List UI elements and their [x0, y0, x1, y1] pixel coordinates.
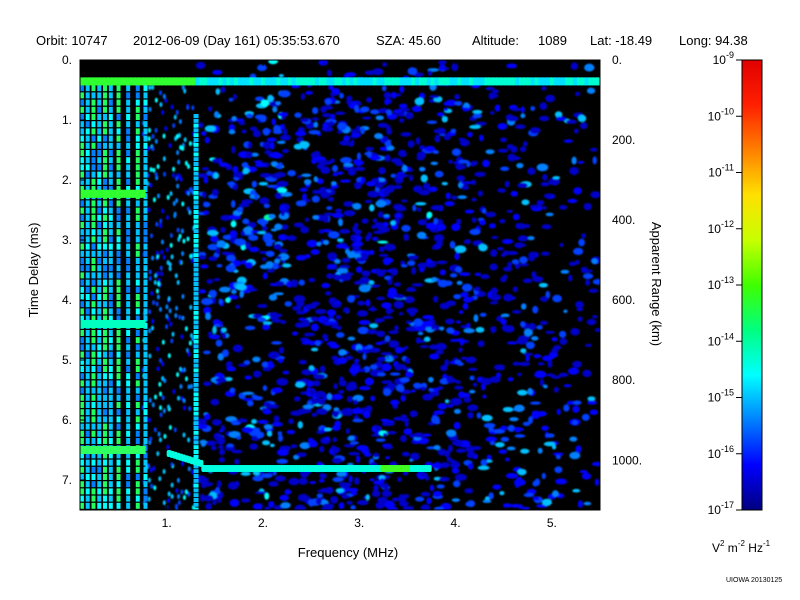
- colorbar-axis: 10-9 10-10 10-11 10-12 10-13 10-14 10-15 10-16 1…: [708, 50, 742, 517]
- ionogram-chart: Orbit: 10747 2012-06-09 (Day 161) 05:35:…: [26, 33, 782, 584]
- x-tick-label: 2.: [258, 516, 268, 530]
- colorbar-tick-label: 10-12: [708, 219, 734, 236]
- y-tick-label: 6.: [62, 413, 72, 427]
- header-orbit: Orbit: 10747: [36, 33, 108, 48]
- y2-tick-label: 0.: [612, 53, 622, 67]
- y-tick-label: 3.: [62, 233, 72, 247]
- x-tick-label: 5.: [547, 516, 557, 530]
- header: Orbit: 10747 2012-06-09 (Day 161) 05:35:…: [36, 33, 748, 48]
- colorbar-unit-label: V2 m-2 Hz-1: [712, 539, 771, 555]
- y-tick-label: 4.: [62, 293, 72, 307]
- colorbar-tick-label: 10-11: [708, 163, 734, 180]
- x-tick-label: 1.: [162, 516, 172, 530]
- y-tick-label: 7.: [62, 473, 72, 487]
- y-tick-label: 5.: [62, 353, 72, 367]
- y-axis-label: Time Delay (ms): [26, 223, 41, 318]
- y2-tick-label: 800.: [612, 373, 635, 387]
- credit-label: UIOWA 20130125: [726, 577, 782, 584]
- colorbar-tick-label: 10-14: [708, 331, 734, 348]
- header-long: Long: 94.38: [679, 33, 748, 48]
- header-datetime: 2012-06-09 (Day 161) 05:35:53.670: [133, 33, 340, 48]
- y-tick-label: 2.: [62, 173, 72, 187]
- x-tick-label: 4.: [451, 516, 461, 530]
- y2-axis-label: Apparent Range (km): [649, 222, 664, 346]
- colorbar: [741, 59, 763, 511]
- y-tick-label: 0.: [62, 53, 72, 67]
- header-sza: SZA: 45.60: [376, 33, 441, 48]
- header-altitude-value: 1089: [538, 33, 567, 48]
- y2-tick-label: 1000.: [612, 453, 642, 467]
- colorbar-tick-label: 10-17: [708, 500, 734, 517]
- y2-tick-label: 200.: [612, 133, 635, 147]
- x-tick-label: 3.: [354, 516, 364, 530]
- colorbar-tick-label: 10-16: [708, 444, 734, 461]
- header-altitude-label: Altitude:: [472, 33, 519, 48]
- y2-tick-label: 600.: [612, 293, 635, 307]
- colorbar-tick-label: 10-15: [708, 388, 734, 405]
- colorbar-tick-label: 10-10: [708, 106, 734, 123]
- colorbar-tick-label: 10-9: [713, 50, 734, 67]
- y2-tick-label: 400.: [612, 213, 635, 227]
- header-lat: Lat: -18.49: [590, 33, 652, 48]
- y-axis-right: 0. 200. 400. 600. 800. 1000.: [594, 53, 642, 467]
- x-axis-label: Frequency (MHz): [298, 545, 398, 560]
- y-tick-label: 1.: [62, 113, 72, 127]
- colorbar-tick-label: 10-13: [708, 275, 734, 292]
